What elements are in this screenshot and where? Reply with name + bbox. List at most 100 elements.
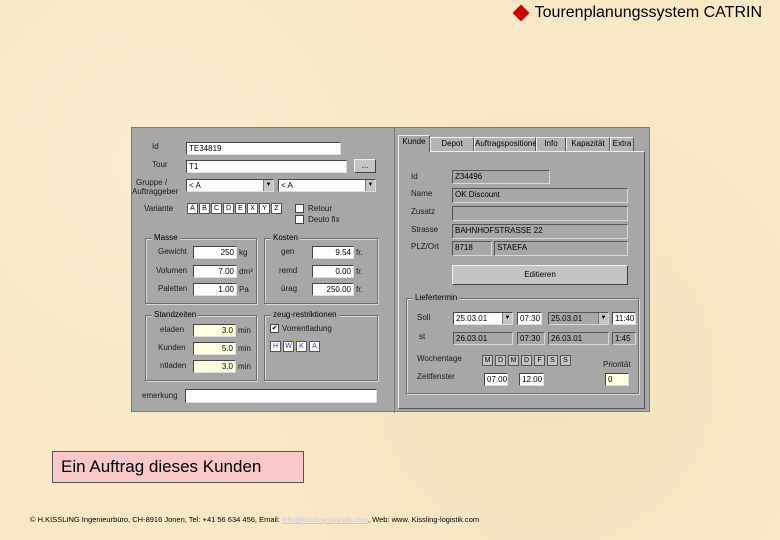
restriktion-key-k[interactable]: K — [296, 341, 307, 352]
kosten-row-3-label: ürag — [281, 284, 298, 293]
kosten-row-2-label: remd — [279, 266, 298, 275]
name-field: OK Discount — [452, 188, 628, 203]
app-title-text: Tourenplanungssystem CATRIN — [534, 4, 762, 21]
name-label: Name — [411, 189, 433, 198]
kosten-row-1-field[interactable]: 9.54 — [312, 246, 354, 259]
vorrentladung-checkbox[interactable]: ✔ — [270, 324, 279, 333]
chevron-down-icon[interactable]: ▼ — [263, 180, 273, 191]
weekday-key-6[interactable]: S — [547, 355, 558, 366]
volumen-unit: dm³ — [239, 267, 253, 276]
chevron-down-icon[interactable]: ▼ — [598, 313, 608, 324]
zusatz-label: Zusatz — [411, 207, 436, 216]
kosten-row-1-label: gen — [281, 247, 295, 256]
diamond-bullet-icon — [512, 4, 530, 22]
chevron-down-icon[interactable]: ▼ — [502, 313, 512, 324]
ort-field: STAEFA — [494, 241, 628, 256]
weekday-key-7[interactable]: S — [560, 355, 571, 366]
standzeiten-title: Standzeiten — [152, 310, 199, 320]
tab-auftragspositionen[interactable]: Auftragspositionen — [474, 137, 541, 151]
variante-key-x[interactable]: X — [247, 203, 258, 214]
retour-checkbox[interactable] — [295, 204, 304, 213]
masse-title: Masse — [152, 233, 180, 243]
auftraggeber-select[interactable]: < A ▼ — [278, 179, 376, 192]
weekday-key-3[interactable]: M — [508, 355, 519, 366]
restriktionen-group: zeug-restriktionen ✔ Vorrentladung HWKA — [264, 310, 378, 381]
variante-key-c[interactable]: C — [211, 203, 222, 214]
tab-depot[interactable]: Depot — [430, 137, 474, 151]
variante-label: Variante — [144, 204, 174, 213]
panel-divider — [394, 128, 395, 413]
kosten-row-2-field[interactable]: 0.00 — [312, 265, 354, 278]
deutofix-checkbox[interactable] — [295, 215, 304, 224]
variante-key-d[interactable]: D — [223, 203, 234, 214]
bemerkung-label: emerkung — [142, 391, 178, 400]
zeitfenster-label: Zeitfenster — [417, 372, 455, 381]
soll-time2-field[interactable]: 11:40 — [612, 312, 636, 325]
soll-time-field[interactable]: 07:30 — [517, 312, 542, 325]
paletten-label: Paletten — [158, 284, 188, 293]
weekday-key-4[interactable]: D — [521, 355, 532, 366]
kunden-field[interactable]: 5.0 — [193, 342, 236, 355]
footer: © H.KISSLING Ingenieurbüro, CH-8916 Jone… — [30, 515, 479, 524]
volumen-label: Volumen — [156, 266, 188, 275]
ist-time-field: 07:30 — [517, 332, 545, 345]
paletten-field[interactable]: 1.00 — [193, 283, 237, 296]
prioritaet-field[interactable]: 0 — [605, 373, 629, 386]
aufladen-field[interactable]: 3.0 — [193, 324, 236, 337]
volumen-field[interactable]: 7.00 — [193, 265, 237, 278]
tour-lookup-button[interactable]: ... — [354, 159, 376, 173]
chevron-down-icon[interactable]: ▼ — [365, 180, 375, 191]
bemerkung-field[interactable] — [185, 389, 377, 403]
gewicht-unit: kg — [239, 248, 248, 257]
restriktion-key-w[interactable]: W — [283, 341, 294, 352]
paletten-unit: Pa — [239, 285, 249, 294]
ist-time2-field: 1:45 — [612, 332, 636, 345]
weekday-key-2[interactable]: D — [495, 355, 506, 366]
weekday-key-5[interactable]: F — [534, 355, 545, 366]
footer-text: © H.KISSLING Ingenieurbüro, CH-8916 Jone… — [30, 515, 282, 524]
footer-web-text: , Web: www. Kissling-logistik.com — [367, 515, 480, 524]
gruppe-select[interactable]: < A ▼ — [186, 179, 274, 192]
tour-field[interactable]: T1 — [186, 160, 347, 173]
variante-key-y[interactable]: Y — [259, 203, 270, 214]
variante-key-z[interactable]: Z — [271, 203, 282, 214]
kunde-id-field: Z34496 — [452, 170, 550, 184]
kosten-row-1-unit: fr. — [356, 248, 363, 257]
ist-label: st — [419, 332, 426, 341]
gewicht-label: Gewicht — [158, 247, 187, 256]
id-field[interactable]: TE34819 — [186, 142, 341, 155]
ist-date-field: 26.03.01 — [453, 332, 513, 345]
strasse-label: Strasse — [411, 225, 439, 234]
gewicht-field[interactable]: 250 — [193, 246, 237, 259]
variante-key-b[interactable]: B — [199, 203, 210, 214]
tour-label: Tour — [152, 160, 168, 169]
deutofix-label: Deuto fix — [308, 215, 340, 224]
editieren-button[interactable]: Editieren — [452, 265, 628, 285]
plz-field: 8718 — [452, 241, 492, 256]
entladen-field[interactable]: 3.0 — [193, 360, 236, 373]
kunde-id-label: Id — [411, 172, 418, 181]
restriktion-key-a[interactable]: A — [309, 341, 320, 352]
soll-date-field[interactable]: 25.03.01 ▼ — [453, 312, 513, 325]
variante-key-a[interactable]: A — [187, 203, 198, 214]
kunden-unit: min — [238, 344, 251, 353]
variante-key-e[interactable]: E — [235, 203, 246, 214]
auftraggeber-label: Auftraggeber — [132, 187, 179, 196]
restriktion-key-h[interactable]: H — [270, 341, 281, 352]
liefertermin-title: Liefertermin — [413, 293, 460, 303]
kosten-row-3-field[interactable]: 250.00 — [312, 283, 354, 296]
tab-kunde[interactable]: Kunde — [398, 135, 430, 152]
liefertermin-group: Liefertermin Soll 25.03.01 ▼ 07:30 25.03.… — [406, 293, 639, 394]
zeitfenster-von-field[interactable]: 07.00 — [484, 373, 508, 386]
order-dialog: Id TE34819 Tour T1 ... Gruppe / Auftragg… — [131, 127, 650, 413]
soll-label: Soll — [417, 313, 431, 322]
zusatz-field — [452, 206, 628, 221]
tab-kapazität[interactable]: Kapazität — [566, 137, 610, 151]
tab-extra[interactable]: Extra — [610, 137, 634, 151]
footer-email-link[interactable]: info@kissling-logistik.com — [282, 515, 368, 524]
aufladen-label: eladen — [160, 325, 185, 334]
weekday-key-1[interactable]: M — [482, 355, 493, 366]
kosten-row-2-unit: fr. — [356, 267, 363, 276]
tab-info[interactable]: Info — [536, 137, 566, 151]
zeitfenster-bis-field[interactable]: 12.00 — [519, 373, 544, 386]
